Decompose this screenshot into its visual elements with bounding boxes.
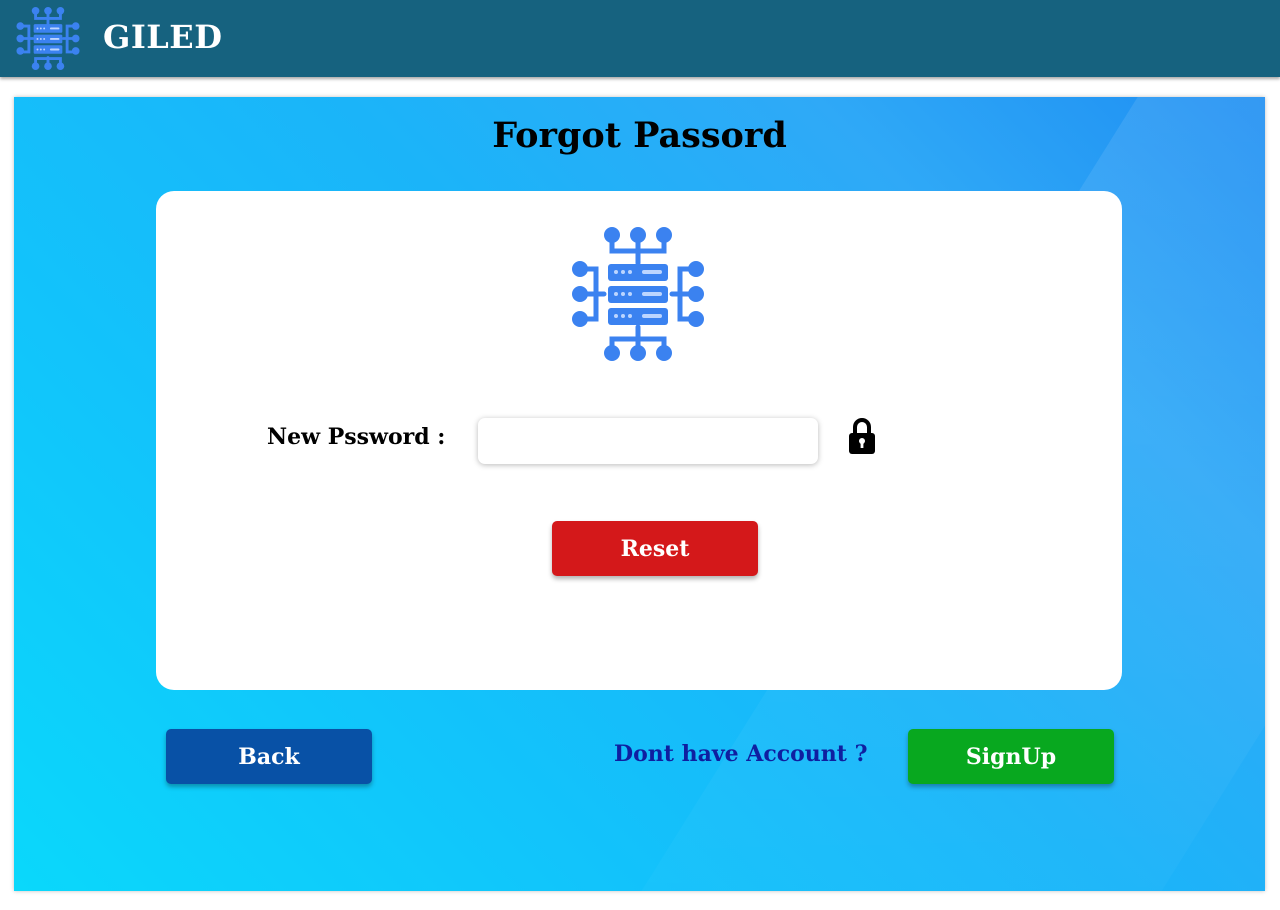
brand-name[interactable]: GILED <box>103 18 222 56</box>
reset-card: New Pssword : Reset <box>156 191 1122 690</box>
server-network-icon[interactable] <box>13 6 83 71</box>
no-account-text: Dont have Account ? <box>614 741 868 767</box>
back-button[interactable]: Back <box>166 729 372 784</box>
reset-button[interactable]: Reset <box>552 521 758 576</box>
main-panel: Forgot Passord New Pssword: Reset Back … <box>14 97 1265 891</box>
lock-icon[interactable] <box>848 416 876 456</box>
page-title: Forgot Passord <box>492 115 787 156</box>
top-navbar: GILED <box>0 0 1280 77</box>
new-password-label: New Pssword : <box>267 424 446 450</box>
server-network-icon <box>572 227 704 361</box>
new-password-input[interactable] <box>478 418 818 464</box>
signup-button[interactable]: SignUp <box>908 729 1114 784</box>
